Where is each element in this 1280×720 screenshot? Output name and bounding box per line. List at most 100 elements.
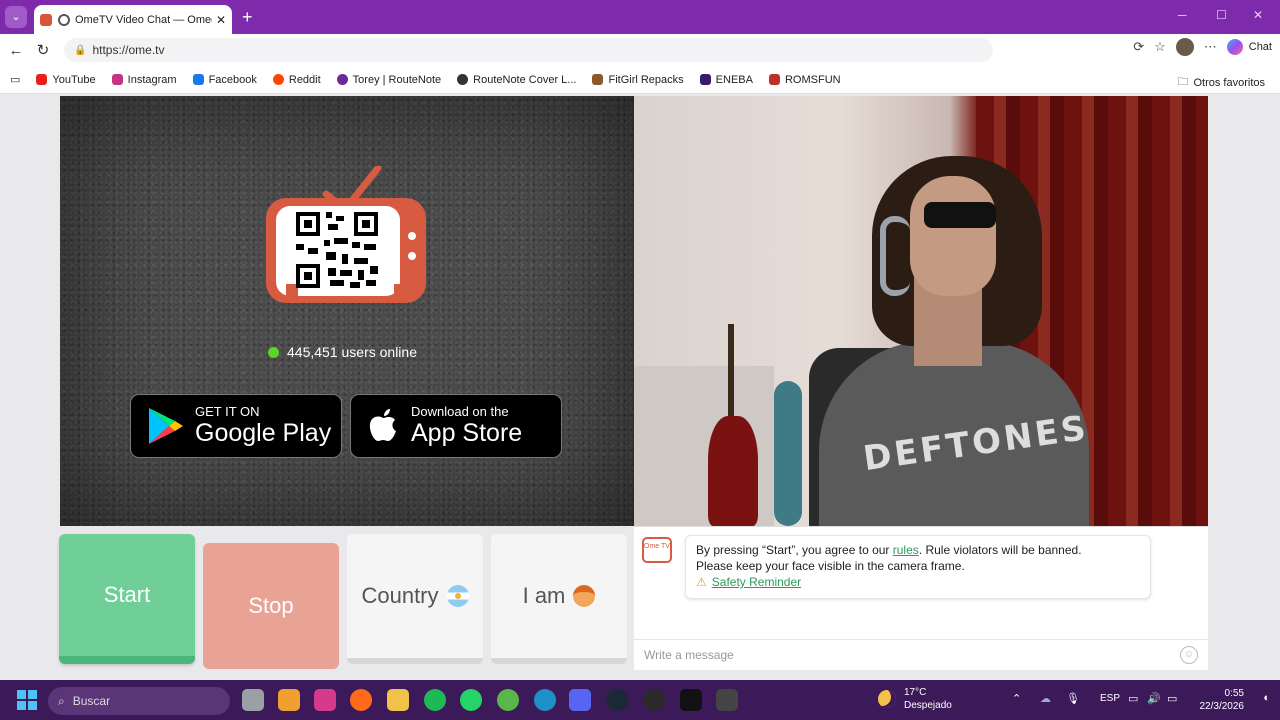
sunglasses [924,202,996,228]
onedrive-icon[interactable]: ☁ [1040,692,1051,705]
epic-games-icon[interactable] [680,689,702,711]
other-favorites-folder[interactable]: 🗀 Otros favoritos [1177,73,1265,92]
media-indicator-icon [58,13,70,26]
chat-panel: Ome TV By pressing “Start”, you agree to… [634,526,1208,670]
bookmark-instagram[interactable]: Instagram [111,74,177,86]
microphone-icon[interactable]: 🎙 [1066,692,1080,705]
rules-link[interactable]: rules [893,543,919,557]
moon-icon [878,690,896,708]
ometv-qr-logo-icon [266,166,426,303]
bookmark-reddit[interactable]: Reddit [272,74,321,86]
system-notice-bubble: By pressing “Start”, you agree to our ru… [685,535,1151,599]
country-button[interactable]: Country [347,534,483,664]
show-hidden-icons-icon[interactable]: ⌃ [1012,692,1021,705]
more-menu-icon[interactable]: ⋯ [1204,39,1217,55]
self-camera-video: DEFTONES [634,96,1208,526]
system-clock[interactable]: 0:55 22/3/2026 [1200,687,1245,713]
users-online-status: 445,451 users online [268,344,417,360]
google-play-button[interactable]: GET IT ON Google Play [130,394,342,458]
skateboard [774,381,802,526]
github-icon[interactable] [643,689,665,711]
argentina-flag-icon [446,585,469,607]
taskbar-search[interactable]: ⌕ Buscar [48,687,230,715]
users-online-count: 445,451 users online [287,344,417,360]
clock-date: 22/3/2026 [1199,701,1245,712]
notifications-icon[interactable]: ◐ [1263,692,1270,704]
close-window-button[interactable]: ✕ [1253,8,1263,22]
stop-label: Stop [248,593,294,618]
clock-time: 0:55 [1224,688,1244,699]
windows-start-icon[interactable] [17,690,37,710]
url-field[interactable]: 🔒 https://ome.tv [64,38,993,62]
maximize-button[interactable]: ☐ [1216,8,1227,22]
partner-video-placeholder: 445,451 users online GET IT ON Google Pl… [60,96,634,526]
bookmark-routenote-cover[interactable]: RouteNote Cover L... [457,74,576,86]
bookmark-eneba[interactable]: ENEBA [699,74,753,86]
copilot-chat-button[interactable]: Chat [1226,39,1272,55]
instagram-app-icon[interactable] [314,689,336,711]
emoji-icon[interactable]: ☺ [1180,646,1198,664]
language-indicator[interactable]: ESP [1100,693,1120,704]
soundcloud-icon[interactable] [350,689,372,711]
spotify-icon[interactable] [424,689,446,711]
extensions-icon[interactable]: ⟳ [1133,39,1144,55]
bookmark-torey-routenote[interactable]: Torey | RouteNote [336,74,441,86]
url-text: https://ome.tv [92,43,165,57]
site-info-icon[interactable]: 🔒 [74,45,86,56]
weather-condition: Despejado [904,700,952,711]
tab-close-icon[interactable]: ✕ [216,13,226,27]
youtube-icon [36,74,48,85]
steam-icon[interactable] [606,689,628,711]
google-play-big-text: Google Play [195,419,332,447]
sidebar-toggle-icon[interactable]: ▭ [10,73,20,86]
gender-button[interactable]: I am [491,534,627,664]
fitgirl-icon [592,74,604,85]
bookmark-youtube[interactable]: YouTube [36,74,96,86]
person-emoji-icon [573,585,596,607]
app-store-button[interactable]: Download on the App Store [350,394,562,458]
edge-icon[interactable] [534,689,556,711]
whatsapp-icon[interactable] [460,689,482,711]
network-icon[interactable]: ▭ [1128,692,1138,705]
bookmark-facebook[interactable]: Facebook [192,74,257,86]
bookmarks-bar: ▭ YouTube Instagram Facebook Reddit Tore… [0,66,1280,94]
new-tab-button[interactable]: + [242,6,253,28]
discord-icon[interactable] [569,689,591,711]
refresh-icon[interactable]: ↻ [32,41,54,59]
browser-tab-ometv[interactable]: OmeTV Video Chat — Omegl ✕ [34,5,232,34]
online-dot-icon [268,346,279,358]
temperature: 17°C [904,687,927,698]
app-icon[interactable] [716,689,738,711]
weather-widget[interactable]: 17°C Despejado [878,686,952,712]
task-view-icon[interactable] [242,689,264,711]
back-arrow-icon[interactable]: ← [5,42,27,59]
ometv-page: 445,451 users online GET IT ON Google Pl… [0,95,1280,679]
eneba-icon [699,74,711,85]
start-button[interactable]: Start [59,534,195,664]
reddit-icon [272,74,284,85]
store-icon[interactable] [278,689,300,711]
bookmark-fitgirl[interactable]: FitGirl Repacks [592,74,684,86]
tab-actions-menu-icon[interactable]: ⌄ [5,6,27,28]
notice-line-1: By pressing “Start”, you agree to our ru… [696,543,1082,557]
bookmark-romsfun[interactable]: ROMSFUN [768,74,841,86]
battery-icon[interactable]: ▭ [1167,692,1177,705]
minimize-button[interactable]: ─ [1178,8,1187,22]
message-input[interactable] [644,647,1164,662]
stop-button[interactable]: Stop [203,543,339,669]
routenote-cover-icon [457,74,469,85]
utorrent-icon[interactable] [497,689,519,711]
iam-label: I am [522,583,566,608]
file-explorer-icon[interactable] [387,689,409,711]
favorites-star-icon[interactable]: ☆ [1154,39,1166,55]
google-play-icon [149,408,183,444]
message-bar: ☺ [634,639,1208,669]
notice-line-2: Please keep your face visible in the cam… [696,559,965,573]
volume-icon[interactable]: 🔊 [1147,692,1161,705]
tab-title: OmeTV Video Chat — Omegl [75,13,212,26]
safety-reminder-link[interactable]: Safety Reminder [712,575,801,589]
address-toolbar: ← ↻ 🔒 https://ome.tv ⟳ ☆ ⋯ Chat [0,34,1280,66]
country-label: Country [361,583,439,608]
guitar [708,416,758,526]
profile-avatar[interactable] [1175,38,1194,56]
